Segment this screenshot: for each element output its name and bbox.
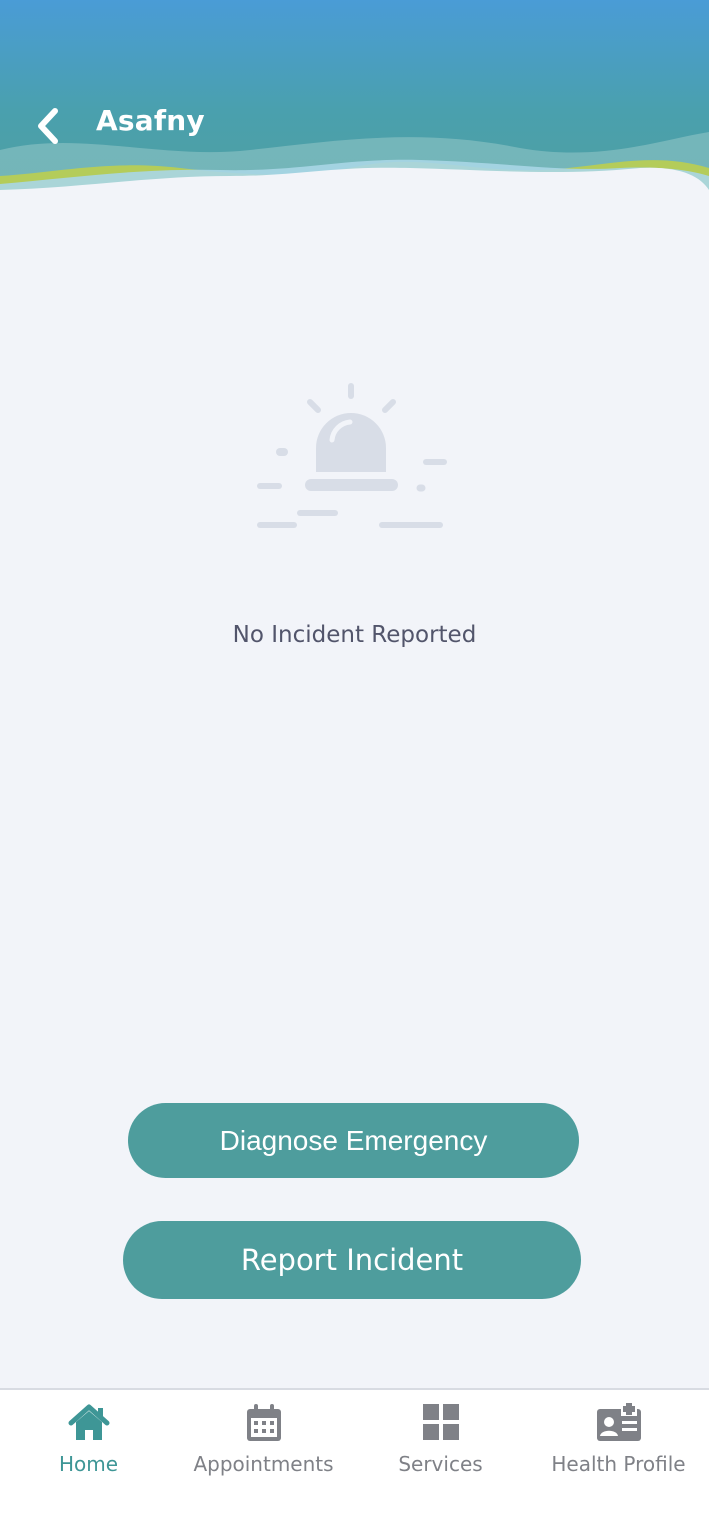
header: Asafny: [0, 0, 709, 200]
chevron-left-icon: [38, 108, 58, 144]
app-screen: Asafny No Incident Reported Diagnose Eme…: [0, 0, 709, 1522]
page-title: Asafny: [96, 104, 205, 137]
nav-label-home: Home: [58, 1452, 119, 1476]
report-incident-button[interactable]: Report Incident: [123, 1221, 581, 1299]
bottom-nav: Home Appointments Services Health Profil…: [0, 1388, 709, 1522]
nav-item-appointments[interactable]: Appointments: [175, 1390, 352, 1500]
id-card-icon: [596, 1402, 641, 1441]
home-icon: [68, 1404, 109, 1440]
grid-icon: [422, 1404, 459, 1440]
back-button[interactable]: [22, 98, 74, 154]
nav-item-services[interactable]: Services: [352, 1390, 529, 1500]
nav-item-health-profile[interactable]: Health Profile: [530, 1390, 707, 1500]
calendar-icon: [246, 1404, 281, 1441]
empty-state-message: No Incident Reported: [232, 622, 477, 648]
nav-label-appointments: Appointments: [193, 1452, 334, 1476]
nav-label-health-profile: Health Profile: [551, 1452, 686, 1476]
nav-label-services: Services: [398, 1452, 483, 1476]
siren-alarm-icon: [257, 383, 447, 528]
header-wave-background: [0, 0, 709, 200]
diagnose-emergency-button[interactable]: Diagnose Emergency: [128, 1103, 579, 1178]
nav-item-home[interactable]: Home: [0, 1390, 177, 1500]
